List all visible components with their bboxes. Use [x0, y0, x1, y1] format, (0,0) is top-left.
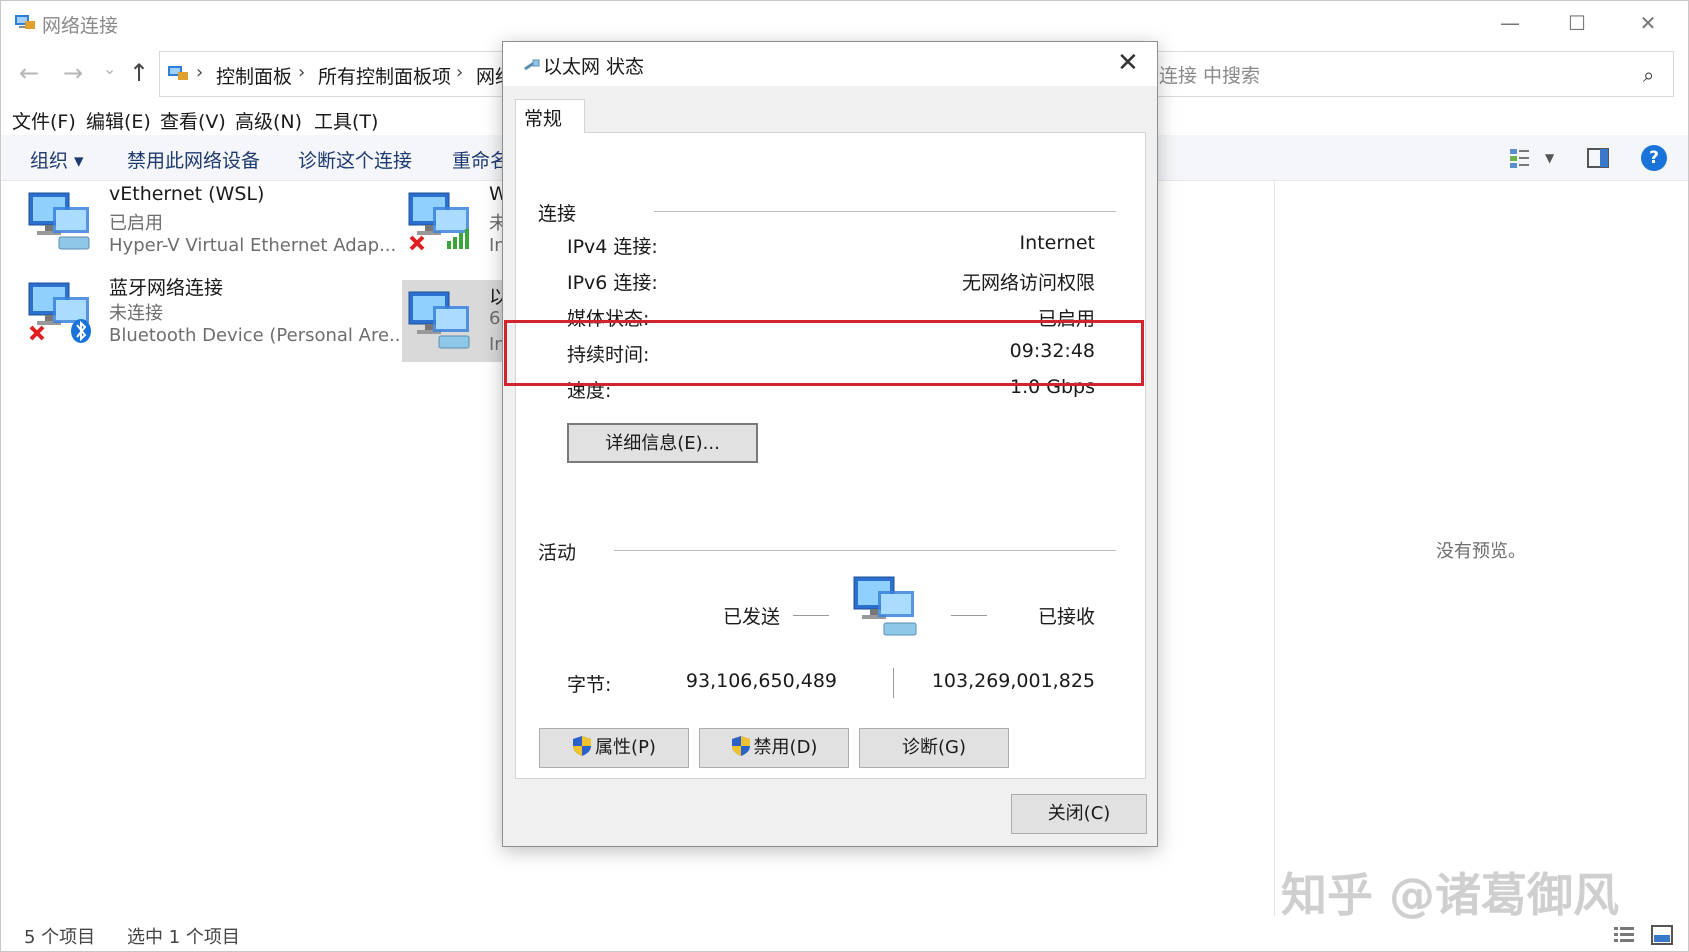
ipv6-value: 无网络访问权限 — [961, 272, 1095, 294]
ipv6-label: IPv6 连接: — [567, 272, 658, 294]
breadcrumb-control-panel[interactable]: 控制面板 — [216, 62, 292, 89]
connection-status: 6 — [489, 308, 501, 329]
connection-name: 蓝牙网络连接 — [109, 277, 224, 299]
breadcrumb-all-items[interactable]: 所有控制面板项 — [318, 62, 451, 89]
minimize-button[interactable]: — — [1490, 9, 1530, 37]
menu-view[interactable]: 查看(V) — [160, 107, 226, 134]
organize-button[interactable]: 组织 ▾ — [30, 146, 84, 173]
breadcrumb-separator-icon: › — [298, 62, 306, 83]
change-view-icon[interactable] — [1509, 147, 1531, 169]
uac-shield-icon — [573, 736, 592, 756]
no-preview-text: 没有预览。 — [1436, 541, 1526, 562]
disable-button[interactable]: 禁用(D) — [699, 728, 849, 768]
connection-status: 未连接 — [109, 303, 163, 324]
sent-line — [793, 615, 829, 616]
received-line — [951, 615, 987, 616]
connection-item-bluetooth[interactable]: 蓝牙网络连接 未连接 Bluetooth Device (Personal Ar… — [1, 271, 406, 351]
bytes-divider — [893, 668, 894, 698]
connection-item-ethernet[interactable]: 以 6 In — [402, 280, 508, 362]
activity-group-label: 活动 — [538, 542, 577, 564]
connection-group-label: 连接 — [538, 203, 577, 225]
disable-device-button[interactable]: 禁用此网络设备 — [127, 146, 260, 173]
ethernet-adapter-icon — [408, 291, 470, 349]
tab-general[interactable]: 常规 — [515, 99, 585, 133]
back-arrow-icon[interactable]: ← — [19, 59, 39, 87]
dialog-titlebar: 以太网 状态 ✕ — [503, 42, 1157, 86]
properties-button[interactable]: 属性(P) — [539, 728, 689, 768]
connection-device: Bluetooth Device (Personal Are... — [109, 325, 407, 346]
bytes-sent-value: 93,106,650,489 — [685, 670, 837, 692]
network-folder-icon — [15, 15, 35, 29]
connection-item-wlan[interactable]: W 未 In — [381, 181, 508, 261]
ipv4-label: IPv4 连接: — [567, 236, 658, 258]
breadcrumb-separator-icon: › — [456, 62, 464, 83]
rename-button[interactable]: 重命名 — [452, 146, 509, 173]
close-button[interactable]: 关闭(C) — [1011, 794, 1147, 834]
connection-status: 已启用 — [109, 213, 163, 234]
bluetooth-adapter-icon — [28, 282, 91, 343]
menu-edit[interactable]: 编辑(E) — [86, 107, 151, 134]
details-view-icon[interactable] — [1613, 925, 1635, 945]
connection-name: vEthernet (WSL) — [109, 183, 265, 205]
menu-file[interactable]: 文件(F) — [12, 107, 76, 134]
disable-label: 禁用(D) — [753, 737, 818, 758]
help-icon[interactable]: ? — [1641, 145, 1667, 171]
preview-pane: 没有预览。 — [1274, 181, 1689, 916]
recent-locations-icon[interactable]: ⌄ — [103, 59, 116, 78]
bytes-label: 字节: — [567, 674, 612, 696]
ipv4-value: Internet — [1019, 232, 1095, 254]
details-button[interactable]: 详细信息(E)... — [567, 423, 758, 463]
item-count: 5 个项目 — [24, 927, 96, 948]
watermark: 知乎 @诸葛御风 — [1281, 868, 1620, 922]
dialog-title: 以太网 状态 — [543, 56, 645, 78]
ethernet-cable-icon — [524, 59, 540, 71]
maximize-button[interactable]: ☐ — [1557, 9, 1597, 37]
ethernet-status-dialog: 以太网 状态 ✕ 常规 连接 IPv4 连接: Internet IPv6 连接… — [502, 41, 1158, 847]
connection-item-vethernet[interactable]: vEthernet (WSL) 已启用 Hyper-V Virtual Ethe… — [1, 181, 396, 261]
general-tab-panel: 连接 IPv4 连接: Internet IPv6 连接: 无网络访问权限 媒体… — [515, 132, 1146, 779]
diagnose-button[interactable]: 诊断(G) — [859, 728, 1009, 768]
received-label: 已接收 — [1037, 606, 1095, 628]
connection-device: Hyper-V Virtual Ethernet Adap... — [109, 235, 397, 256]
menu-tools[interactable]: 工具(T) — [314, 107, 378, 134]
dialog-close-icon[interactable]: ✕ — [1117, 48, 1139, 78]
close-window-button[interactable]: ✕ — [1628, 9, 1668, 37]
network-activity-icon — [853, 576, 917, 636]
explorer-titlebar: 网络连接 — ☐ ✕ — [1, 1, 1688, 45]
selected-count: 选中 1 个项目 — [127, 927, 240, 948]
breadcrumb-separator-icon: › — [196, 62, 204, 83]
properties-label: 属性(P) — [595, 737, 656, 758]
uac-shield-icon — [731, 736, 750, 756]
menu-advanced[interactable]: 高级(N) — [235, 107, 302, 134]
window-title: 网络连接 — [42, 15, 119, 37]
search-input[interactable]: 连接 中搜索 — [1159, 61, 1260, 88]
up-arrow-icon[interactable]: ↑ — [129, 59, 149, 87]
wifi-adapter-icon — [408, 192, 469, 251]
group-divider — [614, 550, 1116, 551]
bytes-received-value: 103,269,001,825 — [931, 670, 1095, 692]
search-icon[interactable]: ⌕ — [1643, 63, 1654, 87]
large-icons-view-icon[interactable] — [1651, 925, 1673, 945]
view-dropdown-icon[interactable]: ▼ — [1545, 151, 1554, 165]
speed-highlight-box — [504, 320, 1144, 386]
ethernet-adapter-icon — [28, 192, 90, 250]
diagnose-connection-button[interactable]: 诊断这个连接 — [298, 146, 412, 173]
forward-arrow-icon[interactable]: → — [63, 59, 83, 87]
group-divider — [654, 211, 1116, 212]
control-panel-icon — [168, 66, 188, 80]
sent-label: 已发送 — [723, 606, 781, 628]
preview-pane-icon[interactable] — [1587, 148, 1609, 168]
